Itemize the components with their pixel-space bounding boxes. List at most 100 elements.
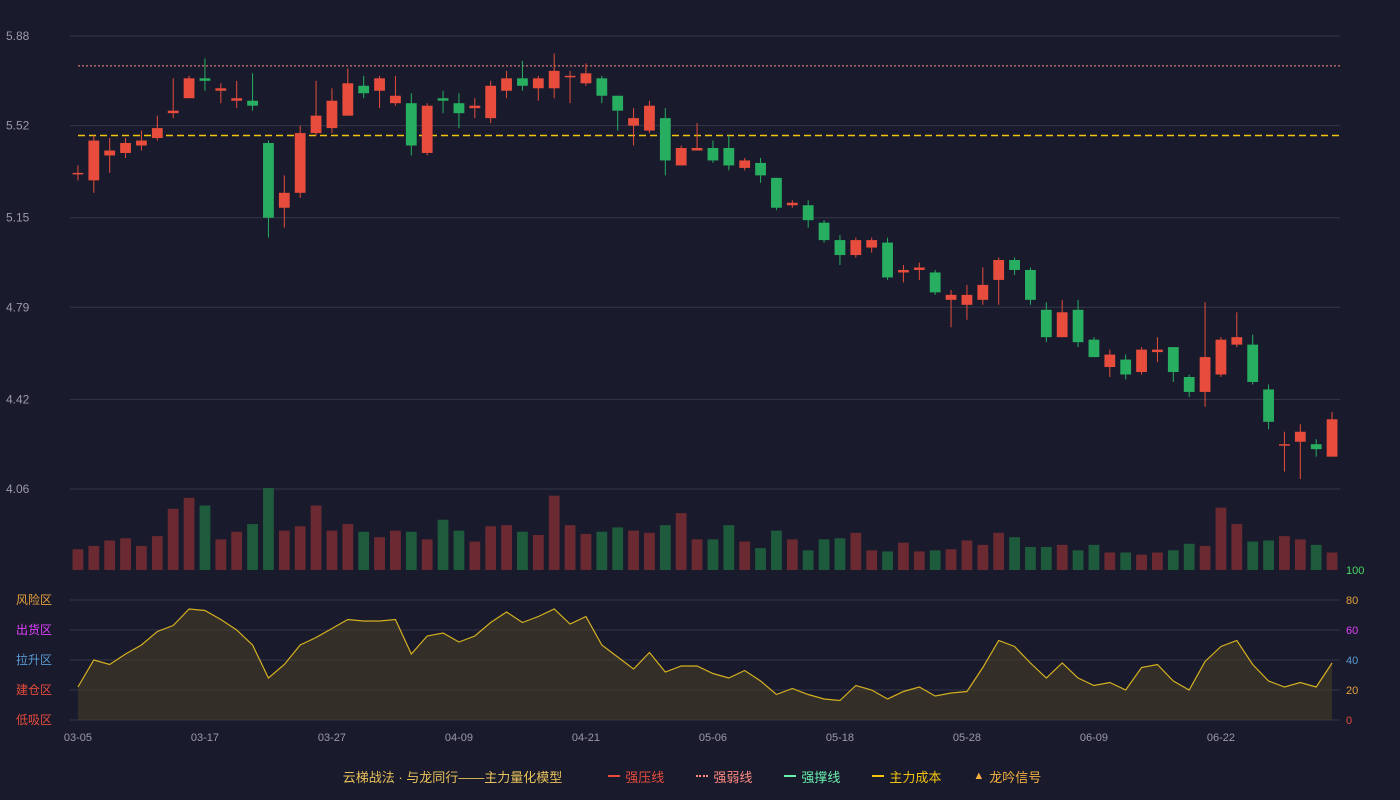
candle-body [501,78,512,91]
indicator-tick-label: 100 [1346,565,1364,577]
volume-bar [1279,536,1290,570]
zone-label: 建仓区 [16,683,52,697]
x-tick-label: 05-18 [826,732,854,744]
candle-body [1183,376,1195,392]
volume-bar [771,530,782,570]
volume-bar [628,530,639,570]
volume-bar [1088,544,1100,570]
x-tick-label: 04-21 [572,732,600,744]
volume-bar [1152,552,1163,570]
volume-bar [405,531,417,570]
candle-body [675,148,687,166]
candle-body [390,95,401,104]
candle-body [120,143,131,153]
candle-body [263,143,274,218]
volume-bar [437,519,449,570]
volume-bar [691,539,703,570]
candle-body [532,78,544,89]
x-tick-label: 06-22 [1207,732,1235,744]
strong-pressure-line-swatch [608,775,621,777]
candle-body [628,118,639,126]
volume-bar [1009,537,1020,570]
indicator-tick-label: 20 [1346,685,1358,697]
volume-bar [501,525,512,570]
volume-bar [485,526,497,570]
volume-bar [72,549,84,570]
volume-bar [993,532,1005,570]
candle-body [977,284,989,300]
candle-body [898,269,909,273]
price-axis-labels: 5.88 5.52 5.15 4.79 4.42 4.06 [6,29,30,496]
candle-body [707,148,719,161]
candle-body [564,75,576,78]
candles [72,53,1338,480]
candle-body [1326,419,1338,457]
volume-bar [151,536,163,570]
candle-body [1040,309,1052,338]
candle-body [374,78,385,91]
legend-item-main-cost[interactable]: 主力成本 [872,767,941,786]
candle-body [294,133,306,193]
volume-bar [580,533,592,570]
volume-bar [707,539,719,570]
candle-body [993,260,1005,280]
main-cost-line-swatch [872,775,885,777]
volume-bar [421,539,433,570]
volume-bar [390,530,401,570]
volume-bars [72,488,1338,570]
candle-body [834,240,846,256]
candle-body [596,78,608,96]
volume-bar [310,505,322,570]
legend-item-dragon-signal[interactable]: ▲ 龙吟信号 [973,767,1041,786]
candle-body [421,105,433,153]
candle-body [1231,337,1243,345]
candle-body [548,70,560,89]
triangle-icon: ▲ [973,770,985,782]
volume-bar [1056,544,1068,570]
candle-body [1104,354,1116,368]
volume-bar [1247,541,1259,570]
volume-bar [88,545,100,570]
candle-body [1072,309,1084,343]
indicator-tick-label: 80 [1346,595,1358,607]
candle-body [580,73,592,84]
volume-bar [548,495,560,570]
volume-bar [755,548,766,570]
candle-body [866,240,878,248]
candle-body [691,148,703,151]
volume-bar [1104,552,1116,570]
volume-bar [945,549,957,570]
candle-body [167,110,179,114]
volume-bar [374,537,385,570]
x-tick-label: 03-05 [64,732,92,744]
candle-body [1152,349,1163,353]
legend-item-strong-pressure[interactable]: 强压线 [608,767,664,786]
candle-body [882,242,893,278]
zone-labels: 风险区出货区拉升区建仓区低吸区 [16,592,52,727]
candlestick-chart: 5.88 5.52 5.15 4.79 4.42 4.06 风险区出货区拉升区建仓区低吸区… [6,29,1364,744]
volume-bar [231,531,243,570]
candle-body [485,85,497,119]
legend-item-strength-weakness[interactable]: 强弱线 [696,767,752,786]
volume-bar [913,551,925,570]
candle-body [405,103,417,146]
legend-item-strong-support[interactable]: 强撑线 [784,767,840,786]
volume-bar [1310,544,1322,570]
zone-label: 出货区 [16,622,52,637]
candle-body [104,150,116,156]
x-tick-label: 04-09 [445,732,473,744]
candle-body [1279,444,1290,446]
volume-bar [1183,543,1195,570]
candle-body [612,95,624,111]
volume-bar [1326,552,1338,570]
price-grid [70,35,1340,490]
candle-body [517,78,528,86]
volume-bar [1294,539,1306,570]
candle-body [247,100,258,106]
volume-bar [294,526,306,570]
indicator-area [77,609,1333,720]
candle-body [151,128,163,139]
volume-bar [929,550,941,570]
volume-bar [1025,547,1036,570]
volume-bar [1215,507,1227,570]
